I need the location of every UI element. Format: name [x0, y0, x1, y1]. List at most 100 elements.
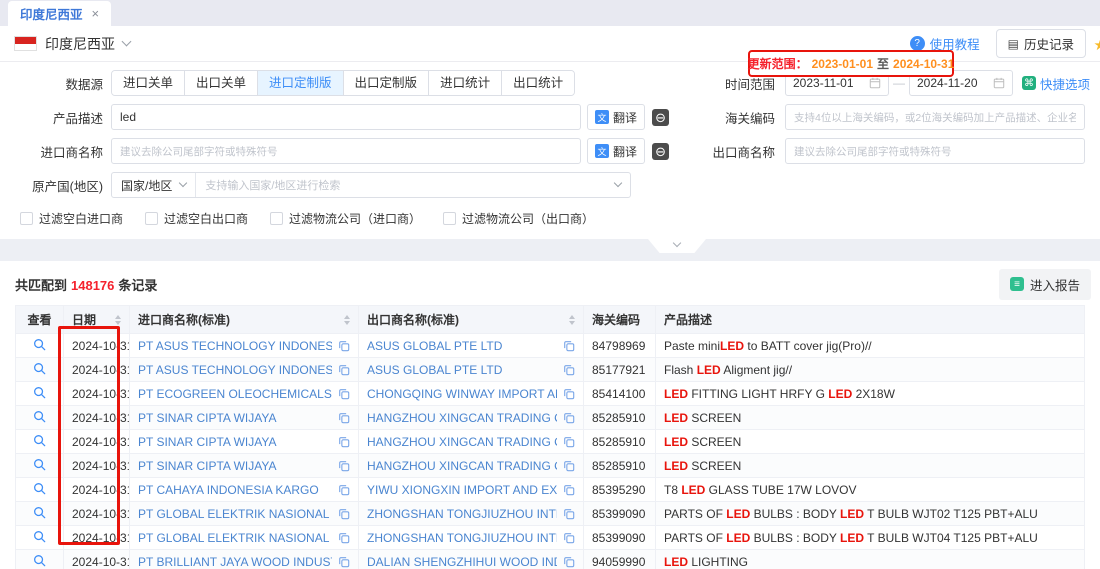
- importer-input[interactable]: [111, 138, 581, 164]
- column-header[interactable]: 日期: [64, 306, 130, 334]
- copy-button[interactable]: [563, 436, 575, 448]
- data-source-tab[interactable]: 进口关单: [112, 71, 184, 95]
- exclude-filter-icon[interactable]: ⊖: [652, 109, 669, 126]
- exporter-name-link[interactable]: HANGZHOU XINGCAN TRADING CO LTD: [367, 459, 557, 473]
- checkbox-icon[interactable]: [443, 212, 456, 225]
- data-source-tab[interactable]: 出口定制版: [343, 71, 429, 95]
- copy-icon: [338, 508, 350, 520]
- quick-options-button[interactable]: ⌘ 快捷选项: [1022, 74, 1090, 93]
- data-source-tab[interactable]: 出口统计: [501, 71, 574, 95]
- copy-button[interactable]: [338, 340, 350, 352]
- exporter-name-link[interactable]: HANGZHOU XINGCAN TRADING CO LTD: [367, 411, 557, 425]
- importer-name-link[interactable]: PT SINAR CIPTA WIJAYA: [138, 459, 332, 473]
- column-header[interactable]: 进口商名称(标准): [130, 306, 359, 334]
- copy-button[interactable]: [338, 556, 350, 568]
- filter-checkbox[interactable]: 过滤空白进口商: [20, 210, 123, 227]
- view-detail-button[interactable]: [16, 382, 64, 406]
- hs-code-label: 海关编码: [675, 108, 785, 127]
- translate-button[interactable]: 文 翻译: [587, 104, 645, 130]
- view-detail-button[interactable]: [16, 430, 64, 454]
- copy-button[interactable]: [563, 364, 575, 376]
- copy-button[interactable]: [563, 484, 575, 496]
- copy-button[interactable]: [563, 460, 575, 472]
- copy-button[interactable]: [563, 340, 575, 352]
- collapse-panel-button[interactable]: [648, 239, 706, 253]
- copy-button[interactable]: [338, 460, 350, 472]
- copy-button[interactable]: [563, 388, 575, 400]
- history-button[interactable]: ▤ 历史记录: [996, 29, 1086, 58]
- exporter-name-link[interactable]: YIWU XIONGXIN IMPORT AND EXPORT...: [367, 483, 557, 497]
- checkbox-icon[interactable]: [145, 212, 158, 225]
- filter-checkbox-row: 过滤空白进口商 过滤空白出口商 过滤物流公司（进口商） 过滤物流公司（出口商）: [20, 210, 1085, 227]
- copy-button[interactable]: [338, 508, 350, 520]
- exporter-input[interactable]: [785, 138, 1085, 164]
- copy-button[interactable]: [338, 412, 350, 424]
- view-detail-button[interactable]: [16, 406, 64, 430]
- copy-button[interactable]: [338, 364, 350, 376]
- importer-name-link[interactable]: PT ASUS TECHNOLOGY INDONESIA BA...: [138, 363, 332, 377]
- importer-name-link[interactable]: PT CAHAYA INDONESIA KARGO: [138, 483, 332, 497]
- date-cell: 2024-10-31: [64, 526, 130, 550]
- chevron-down-icon[interactable]: [122, 37, 132, 47]
- importer-name-link[interactable]: PT SINAR CIPTA WIJAYA: [138, 435, 332, 449]
- translate-button[interactable]: 文 翻译: [587, 138, 645, 164]
- copy-button[interactable]: [338, 532, 350, 544]
- exporter-name-link[interactable]: CHONGQING WINWAY IMPORT AND E...: [367, 387, 557, 401]
- exporter-name-link[interactable]: ASUS GLOBAL PTE LTD: [367, 339, 557, 353]
- view-detail-button[interactable]: [16, 478, 64, 502]
- copy-button[interactable]: [563, 532, 575, 544]
- importer-name-link[interactable]: PT ASUS TECHNOLOGY INDONESIA BA...: [138, 339, 332, 353]
- origin-search-input[interactable]: 支持输入国家/地区进行检索: [196, 177, 615, 193]
- copy-button[interactable]: [563, 412, 575, 424]
- copy-button[interactable]: [563, 556, 575, 568]
- exporter-cell: HANGZHOU XINGCAN TRADING CO LTD: [359, 430, 584, 454]
- importer-name-link[interactable]: PT ECOGREEN OLEOCHEMICALS: [138, 387, 332, 401]
- exporter-cell: ASUS GLOBAL PTE LTD: [359, 334, 584, 358]
- column-header[interactable]: 出口商名称(标准): [359, 306, 584, 334]
- hs-code-cell: 85177921: [584, 358, 656, 382]
- origin-select[interactable]: 国家/地区: [112, 173, 196, 197]
- data-source-tab[interactable]: 出口关单: [184, 71, 257, 95]
- copy-button[interactable]: [338, 484, 350, 496]
- view-detail-button[interactable]: [16, 334, 64, 358]
- data-source-tab[interactable]: 进口统计: [428, 71, 501, 95]
- checkbox-icon[interactable]: [270, 212, 283, 225]
- filter-checkbox[interactable]: 过滤空白出口商: [145, 210, 248, 227]
- exclude-filter-icon[interactable]: ⊖: [652, 143, 669, 160]
- view-detail-button[interactable]: [16, 454, 64, 478]
- data-source-tab[interactable]: 进口定制版: [257, 71, 343, 95]
- importer-name-link[interactable]: PT GLOBAL ELEKTRIK NASIONAL: [138, 531, 332, 545]
- importer-name-link[interactable]: PT GLOBAL ELEKTRIK NASIONAL: [138, 507, 332, 521]
- sort-icon[interactable]: [569, 315, 575, 325]
- view-detail-button[interactable]: [16, 502, 64, 526]
- exporter-name-link[interactable]: ZHONGSHAN TONGJIUZHOU INTERNA...: [367, 531, 557, 545]
- checkbox-icon[interactable]: [20, 212, 33, 225]
- highlighted-keyword: LED: [840, 531, 864, 545]
- importer-name-link[interactable]: PT SINAR CIPTA WIJAYA: [138, 411, 332, 425]
- enter-report-button[interactable]: ≡ 进入报告: [999, 269, 1091, 300]
- highlighted-keyword: LED: [664, 411, 688, 425]
- date-cell: 2024-10-31: [64, 406, 130, 430]
- exporter-name-link[interactable]: ZHONGSHAN TONGJIUZHOU INTERNA...: [367, 507, 557, 521]
- product-desc-input[interactable]: [111, 104, 581, 130]
- view-detail-button[interactable]: [16, 358, 64, 382]
- sort-icon[interactable]: [115, 315, 121, 325]
- tab-close-icon[interactable]: ×: [92, 7, 100, 20]
- exporter-name-link[interactable]: DALIAN SHENGZHIHUI WOOD INDUST...: [367, 555, 557, 569]
- view-detail-button[interactable]: [16, 550, 64, 569]
- copy-button[interactable]: [338, 388, 350, 400]
- exporter-name-link[interactable]: ASUS GLOBAL PTE LTD: [367, 363, 557, 377]
- hs-code-cell: 85285910: [584, 406, 656, 430]
- favorite-star-icon[interactable]: ★: [1094, 36, 1100, 54]
- copy-button[interactable]: [563, 508, 575, 520]
- view-detail-button[interactable]: [16, 526, 64, 550]
- exporter-name-link[interactable]: HANGZHOU XINGCAN TRADING CO LTD: [367, 435, 557, 449]
- filter-checkbox[interactable]: 过滤物流公司（进口商）: [270, 210, 421, 227]
- filter-checkbox[interactable]: 过滤物流公司（出口商）: [443, 210, 594, 227]
- country-tab[interactable]: 印度尼西亚 ×: [8, 1, 111, 26]
- importer-name-link[interactable]: PT BRILLIANT JAYA WOOD INDUSTRY: [138, 555, 332, 569]
- hs-code-input[interactable]: [785, 104, 1085, 130]
- sort-icon[interactable]: [344, 315, 350, 325]
- copy-button[interactable]: [338, 436, 350, 448]
- table-row: 2024-10-31PT SINAR CIPTA WIJAYAHANGZHOU …: [16, 454, 1085, 478]
